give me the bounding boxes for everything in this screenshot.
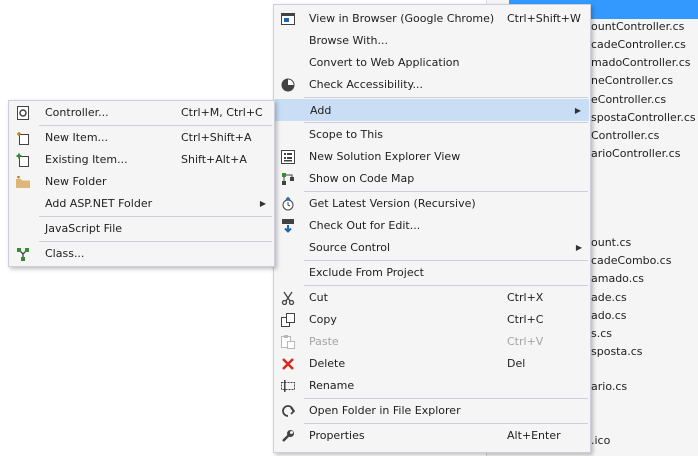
menu-item-show-on-code-map[interactable]: Show on Code Map [275,168,589,190]
submenu-arrow-icon: ▶ [259,199,266,208]
tree-item[interactable]: cadeCombo.cs [591,252,671,270]
menu-item-delete[interactable]: Delete Del [275,353,589,375]
code-map-icon [280,171,296,187]
add-submenu: Controller... Ctrl+M, Ctrl+C New Item...… [8,100,275,267]
menu-item-check-out-for-edit[interactable]: Check Out for Edit... [275,215,589,237]
tree-item[interactable]: amado.cs [591,270,644,288]
tree-item[interactable]: ade.cs [591,289,627,307]
tree-item[interactable]: spostaController.cs [591,109,696,127]
menu-item-new-item[interactable]: New Item... Ctrl+Shift+A [10,127,273,149]
menu-item-paste[interactable]: Paste Ctrl+V [275,331,589,353]
tree-item[interactable]: cadeController.cs [591,36,686,54]
accessibility-icon [280,77,296,93]
existing-item-icon [15,152,31,168]
submenu-arrow-icon: ▶ [574,106,581,115]
menu-item-source-control[interactable]: Source Control ▶ [275,237,589,259]
new-item-icon [15,130,31,146]
tree-item[interactable]: eController.cs [591,91,666,109]
tree-item[interactable]: ount.cs [591,234,631,252]
delete-icon [280,356,296,372]
controller-icon [15,105,31,121]
menu-item-convert-to-web-application[interactable]: Convert to Web Application [275,52,589,74]
tree-item[interactable]: madoController.cs [591,54,691,72]
check-out-icon [280,218,296,234]
rename-icon [280,378,296,394]
menu-separator [39,125,272,126]
class-icon [15,246,31,262]
menu-item-copy[interactable]: Copy Ctrl+C [275,309,589,331]
menu-separator [304,97,588,98]
menu-separator [304,285,588,286]
tree-item[interactable]: ountController.cs [591,18,684,36]
menu-item-add-controller[interactable]: Controller... Ctrl+M, Ctrl+C [10,102,273,124]
submenu-arrow-icon: ▶ [575,243,582,252]
menu-item-add-aspnet-folder[interactable]: Add ASP.NET Folder ▶ [10,193,273,215]
tree-item[interactable]: sposta.cs [591,343,643,361]
menu-separator [39,241,272,242]
menu-separator [304,122,588,123]
menu-item-new-solution-explorer-view[interactable]: New Solution Explorer View [275,146,589,168]
get-latest-icon [280,196,296,212]
menu-item-scope-to-this[interactable]: Scope to This [275,124,589,146]
tree-item[interactable]: ario.cs [591,378,627,396]
menu-item-get-latest-version[interactable]: Get Latest Version (Recursive) [275,193,589,215]
menu-item-add[interactable]: Add ▶ [275,99,589,121]
cut-icon [280,290,296,306]
menu-item-check-accessibility[interactable]: Check Accessibility... [275,74,589,96]
menu-item-browse-with[interactable]: Browse With... [275,30,589,52]
menu-item-class[interactable]: Class... [10,243,273,265]
new-view-icon [280,149,296,165]
tree-item[interactable]: ado.cs [591,307,627,325]
tree-item[interactable]: s.cs [591,325,612,343]
menu-item-rename[interactable]: Rename [275,375,589,397]
open-folder-icon [280,403,296,419]
menu-separator [304,398,588,399]
paste-icon [280,334,296,350]
context-menu: View in Browser (Google Chrome) Ctrl+Shi… [273,4,591,453]
menu-item-view-in-browser[interactable]: View in Browser (Google Chrome) Ctrl+Shi… [275,8,589,30]
tree-item[interactable]: neController.cs [591,72,673,90]
menu-separator [304,423,588,424]
menu-item-exclude-from-project[interactable]: Exclude From Project [275,262,589,284]
tree-item[interactable]: arioController.cs [591,145,680,163]
menu-item-javascript-file[interactable]: JavaScript File [10,218,273,240]
tree-item[interactable]: .ico [591,432,610,450]
menu-item-cut[interactable]: Cut Ctrl+X [275,287,589,309]
tree-item[interactable]: Controller.cs [591,127,659,145]
browser-icon [280,11,296,27]
copy-icon [280,312,296,328]
menu-separator [304,191,588,192]
properties-icon [280,428,296,444]
menu-item-existing-item[interactable]: Existing Item... Shift+Alt+A [10,149,273,171]
new-folder-icon [15,174,31,190]
menu-item-properties[interactable]: Properties Alt+Enter [275,425,589,447]
menu-item-new-folder[interactable]: New Folder [10,171,273,193]
menu-separator [39,216,272,217]
menu-item-open-folder-in-file-explorer[interactable]: Open Folder in File Explorer [275,400,589,422]
menu-separator [304,260,588,261]
